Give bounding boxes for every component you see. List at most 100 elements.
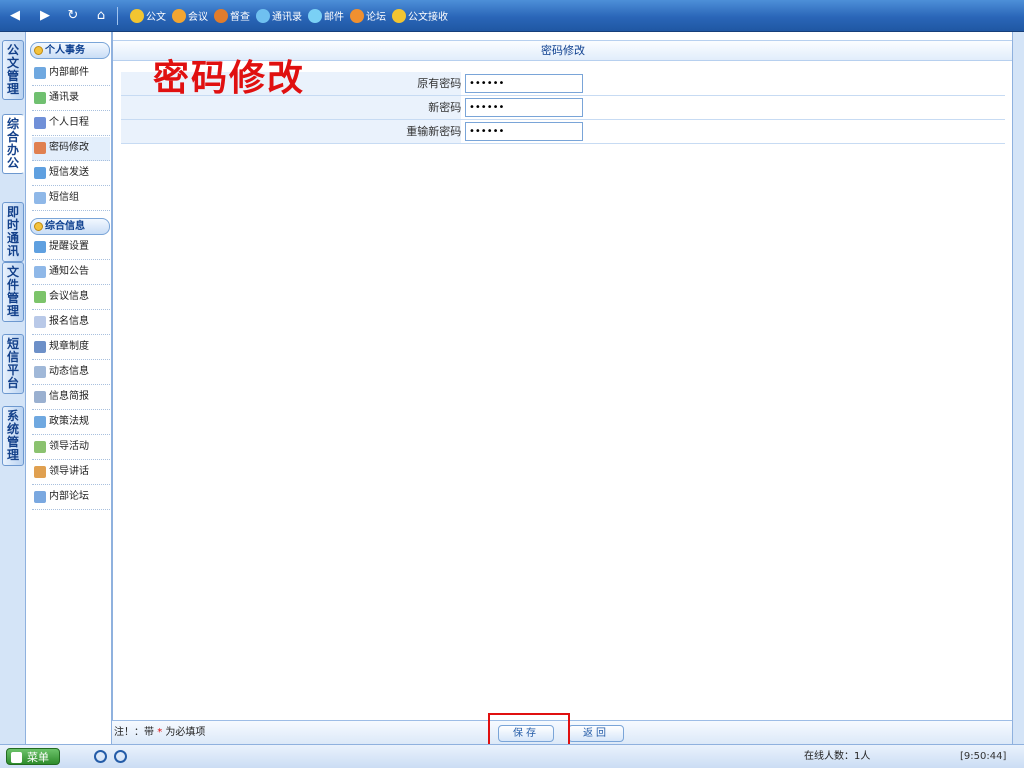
tree-item-icon bbox=[34, 316, 46, 328]
confirm-password-label: 重输新密码: bbox=[406, 125, 465, 138]
tree-item-icon bbox=[34, 466, 46, 478]
toolbar-menu: 公文 会议 督查 通讯录 邮件 论坛 公文接收 bbox=[130, 8, 448, 23]
tree-item[interactable]: 政策法规 bbox=[32, 411, 110, 435]
tree-item-label: 领导讲话 bbox=[49, 466, 89, 477]
toolbar-item-label: 论坛 bbox=[366, 12, 386, 23]
required-star: * bbox=[157, 727, 163, 738]
confirm-password-input[interactable] bbox=[465, 122, 583, 141]
refresh-icon[interactable]: ↻ bbox=[64, 8, 82, 24]
tree-item-icon bbox=[34, 366, 46, 378]
module-tab-5[interactable]: 系统管理 bbox=[2, 406, 24, 466]
tree-item[interactable]: 通知公告 bbox=[32, 261, 110, 285]
tree-item-label: 报名信息 bbox=[49, 316, 89, 327]
new-password-input[interactable] bbox=[465, 98, 583, 117]
required-note: 注！：带 * 为必填项 bbox=[112, 721, 205, 745]
old-password-label: 原有密码: bbox=[417, 77, 465, 90]
tree-item-label: 个人日程 bbox=[49, 117, 89, 128]
module-tab-0[interactable]: 公文管理 bbox=[2, 40, 24, 100]
receive-icon bbox=[392, 8, 406, 23]
tree-item-icon bbox=[34, 67, 46, 79]
menu-icon bbox=[11, 752, 22, 763]
toolbar-item-5[interactable]: 论坛 bbox=[350, 8, 386, 23]
tree-item-label: 内部邮件 bbox=[49, 67, 89, 78]
tree-item-icon bbox=[34, 416, 46, 428]
addressbook-icon bbox=[256, 8, 270, 23]
tree-item[interactable]: 会议信息 bbox=[32, 286, 110, 310]
new-password-label: 新密码: bbox=[428, 101, 465, 114]
inspect-icon bbox=[214, 8, 228, 23]
tree-item[interactable]: 信息简报 bbox=[32, 386, 110, 410]
toolbar-item-label: 督查 bbox=[230, 12, 250, 23]
tree-item-label: 短信组 bbox=[49, 192, 79, 203]
module-tabs: 公文管理综合办公即时通讯 文件管理短信平台系统管理 bbox=[0, 32, 26, 744]
forum-icon bbox=[350, 8, 364, 23]
tree-group-personal[interactable]: 个人事务 bbox=[30, 42, 110, 59]
tree-item-label: 动态信息 bbox=[49, 366, 89, 377]
start-menu-button[interactable]: 菜单 bbox=[6, 748, 60, 765]
ring-icon[interactable] bbox=[94, 750, 107, 763]
tree-item-label: 通讯录 bbox=[49, 92, 79, 103]
tree-item-label: 内部论坛 bbox=[49, 491, 89, 502]
toolbar-separator bbox=[117, 7, 118, 25]
toolbar-item-0[interactable]: 公文 bbox=[130, 8, 166, 23]
overlay-heading: 密码修改 bbox=[153, 57, 306, 99]
required-note-suffix: 为必填项 bbox=[165, 727, 206, 738]
meeting-icon bbox=[172, 8, 186, 23]
tree-item[interactable]: 密码修改 bbox=[32, 137, 110, 161]
tree-item[interactable]: 报名信息 bbox=[32, 311, 110, 335]
module-tab-1[interactable]: 综合办公 bbox=[2, 114, 24, 174]
tree-item-label: 规章制度 bbox=[49, 341, 89, 352]
tree-group-label: 个人事务 bbox=[45, 45, 85, 56]
toolbar-item-1[interactable]: 会议 bbox=[172, 8, 208, 23]
tree-item-icon bbox=[34, 142, 46, 154]
module-tab-2[interactable]: 即时通讯 bbox=[2, 202, 24, 262]
back-arrow-icon[interactable]: ◀ bbox=[6, 8, 24, 24]
toolbar-item-6[interactable]: 公文接收 bbox=[392, 8, 448, 23]
toolbar-item-label: 通讯录 bbox=[272, 12, 302, 23]
tree-item[interactable]: 领导活动 bbox=[32, 436, 110, 460]
forward-arrow-icon[interactable]: ▶ bbox=[36, 8, 54, 24]
tree-item-label: 信息简报 bbox=[49, 391, 89, 402]
tree-item[interactable]: 领导讲话 bbox=[32, 461, 110, 485]
toolbar-item-2[interactable]: 督查 bbox=[214, 8, 250, 23]
tree-item-label: 会议信息 bbox=[49, 291, 89, 302]
status-bar: 菜单 在线人数：1人 [9:50:44] bbox=[0, 744, 1024, 768]
home-icon[interactable]: ⌂ bbox=[92, 8, 110, 24]
tree-item[interactable]: 动态信息 bbox=[32, 361, 110, 385]
toolbar-item-4[interactable]: 邮件 bbox=[308, 8, 344, 23]
back-button[interactable]: 返回 bbox=[568, 725, 624, 742]
online-users: 在线人数：1人 bbox=[804, 751, 871, 762]
tree-item-label: 领导活动 bbox=[49, 441, 89, 452]
tree-group-label: 综合信息 bbox=[45, 221, 85, 232]
field-row-confirm-password: 重输新密码: bbox=[121, 120, 1005, 144]
tree-item-icon bbox=[34, 491, 46, 503]
tree-item[interactable]: 内部论坛 bbox=[32, 486, 110, 510]
refresh-circle-icon[interactable] bbox=[114, 750, 127, 763]
toolbar-item-3[interactable]: 通讯录 bbox=[256, 8, 302, 23]
tree-item-label: 短信发送 bbox=[49, 167, 89, 178]
tree-item[interactable]: 个人日程 bbox=[32, 112, 110, 136]
tree-item[interactable]: 短信发送 bbox=[32, 162, 110, 186]
tree-item-icon bbox=[34, 341, 46, 353]
main-content: 密码修改 原有密码: 新密码: 重输新密码: 密码修改 bbox=[112, 32, 1013, 744]
nav-tree: 个人事务 内部邮件通讯录个人日程密码修改短信发送短信组 综合信息 提醒设置通知公… bbox=[26, 32, 112, 744]
toolbar-item-label: 会议 bbox=[188, 12, 208, 23]
tree-item[interactable]: 规章制度 bbox=[32, 336, 110, 360]
module-tab-3[interactable]: 文件管理 bbox=[2, 262, 24, 322]
tree-item[interactable]: 提醒设置 bbox=[32, 236, 110, 260]
tree-item[interactable]: 通讯录 bbox=[32, 87, 110, 111]
tree-item-icon bbox=[34, 192, 46, 204]
tree-group-info[interactable]: 综合信息 bbox=[30, 218, 110, 235]
tree-item-label: 密码修改 bbox=[49, 142, 89, 153]
tree-item-icon bbox=[34, 117, 46, 129]
tree-item[interactable]: 短信组 bbox=[32, 187, 110, 211]
tree-item[interactable]: 内部邮件 bbox=[32, 62, 110, 86]
old-password-input[interactable] bbox=[465, 74, 583, 93]
menu-label: 菜单 bbox=[27, 751, 49, 764]
group-bullet-icon bbox=[34, 222, 43, 231]
tree-item-icon bbox=[34, 266, 46, 278]
tree-item-icon bbox=[34, 241, 46, 253]
tree-item-icon bbox=[34, 391, 46, 403]
module-tab-4[interactable]: 短信平台 bbox=[2, 334, 24, 394]
tree-item-label: 提醒设置 bbox=[49, 241, 89, 252]
